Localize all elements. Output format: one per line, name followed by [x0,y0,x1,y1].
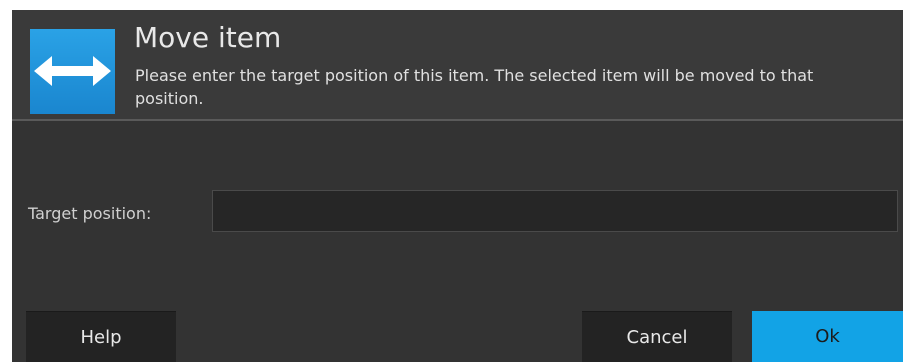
move-item-dialog: Move item Please enter the target positi… [12,10,903,362]
dialog-description: Please enter the target position of this… [135,66,814,108]
help-button[interactable]: Help [26,311,176,362]
target-position-input[interactable] [212,190,898,232]
dialog-title: Move item [134,21,282,54]
cancel-button[interactable]: Cancel [582,311,732,362]
ok-button[interactable]: Ok [752,311,903,362]
horizontal-double-arrow-icon [30,29,115,114]
dialog-header: Move item Please enter the target positi… [12,10,903,121]
target-position-label: Target position: [28,204,152,223]
